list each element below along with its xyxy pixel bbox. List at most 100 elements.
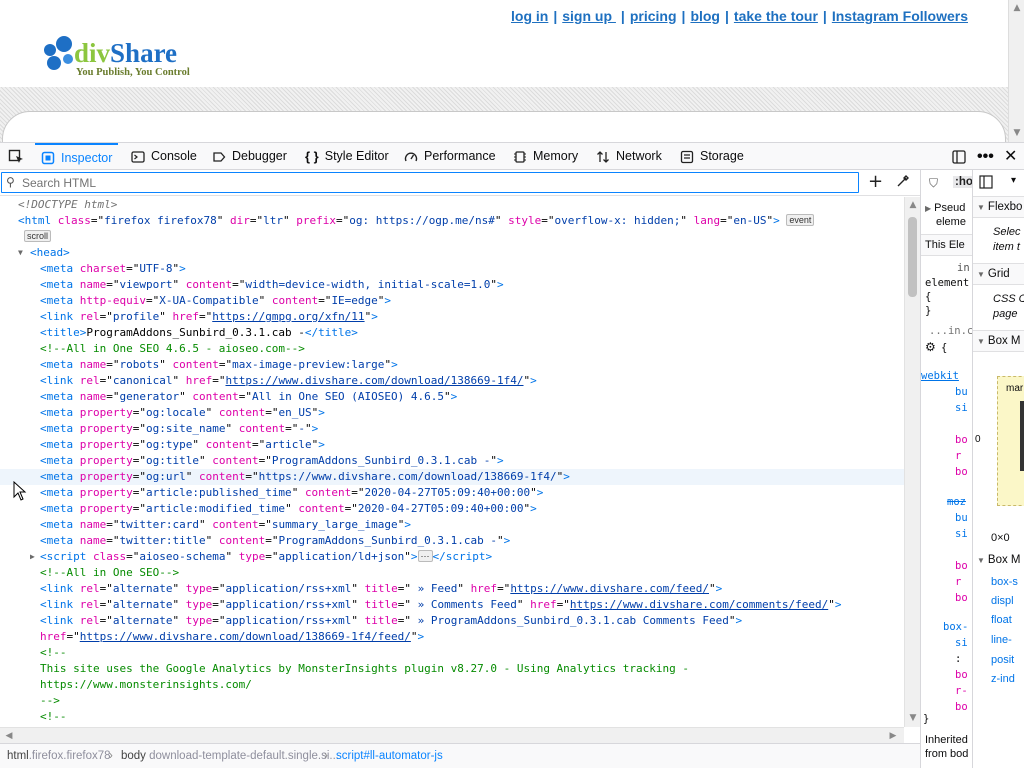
tab-memory[interactable]: Memory bbox=[507, 143, 584, 170]
tab-label: Memory bbox=[533, 149, 579, 163]
tab-performance[interactable]: Performance bbox=[398, 143, 502, 170]
meta-node[interactable]: <meta name="viewport" content="width=dev… bbox=[0, 277, 904, 293]
meta-node[interactable]: <meta property="article:modified_time" c… bbox=[0, 501, 904, 517]
head-node[interactable]: ▼ <head> bbox=[0, 245, 904, 261]
pricing-link[interactable]: pricing bbox=[630, 8, 677, 24]
comment-node[interactable]: https://www.monsterinsights.com/ bbox=[0, 677, 904, 693]
title-node[interactable]: <title>ProgramAddons_Sunbird_0.3.1.cab -… bbox=[0, 325, 904, 341]
meta-node[interactable]: <meta property="og:site_name" content="-… bbox=[0, 421, 904, 437]
breadcrumb: html.firefox.firefox78 › body download-t… bbox=[0, 743, 920, 768]
eyedropper-button[interactable] bbox=[895, 173, 911, 193]
collapsed-content-badge: ⋯ bbox=[417, 550, 433, 562]
rule-prop: r- bbox=[955, 685, 968, 697]
site-vertical-scrollbar[interactable]: ▲ ▼ bbox=[1008, 0, 1024, 142]
take-the-tour-link[interactable]: take the tour bbox=[734, 8, 818, 24]
meta-node[interactable]: <meta name="twitter:card" content="summa… bbox=[0, 517, 904, 533]
tag-close: > bbox=[530, 374, 537, 387]
login-link[interactable]: log in bbox=[511, 8, 548, 24]
attr-value: ProgramAddons_Sunbird_0.3.1.cab - bbox=[271, 454, 491, 467]
meta-node[interactable]: <meta property="og:type" content="articl… bbox=[0, 437, 904, 453]
rule-brace-close: } bbox=[925, 305, 932, 317]
flexbox-section-toggle[interactable]: ▼ Flexbo bbox=[973, 196, 1024, 218]
scroll-down-icon[interactable]: ▼ bbox=[908, 713, 918, 723]
attr-value: ltr bbox=[263, 214, 283, 227]
comment-text: https://www.monsterinsights.com/ bbox=[40, 678, 252, 691]
script-node[interactable]: ▶ <script class="aioseo-schema" type="app… bbox=[0, 549, 904, 565]
divshare-logo[interactable]: divShare You Publish, You Control bbox=[40, 36, 220, 84]
breadcrumb-item-html[interactable]: html.firefox.firefox78 bbox=[7, 744, 111, 768]
hover-pseudo-toggle[interactable]: :ho bbox=[953, 176, 972, 188]
filter-styles-icon[interactable]: ⛉ bbox=[929, 176, 938, 191]
blog-link[interactable]: blog bbox=[690, 8, 720, 24]
meta-node[interactable]: <meta name="robots" content="max-image-p… bbox=[0, 357, 904, 373]
breadcrumb-item-script[interactable]: script#ll-automator-js bbox=[336, 744, 443, 768]
meta-node[interactable]: <meta property="og:title" content="Progr… bbox=[0, 453, 904, 469]
comment-node[interactable]: This site uses the Google Analytics by M… bbox=[0, 661, 904, 677]
tab-debugger[interactable]: Debugger bbox=[206, 143, 293, 170]
rule-brace: { bbox=[941, 342, 948, 354]
scroll-down-icon[interactable]: ▼ bbox=[1012, 128, 1022, 138]
panel-menu-chevron-icon[interactable]: ▾ bbox=[1011, 175, 1016, 186]
flexbox-hint-2: item t bbox=[993, 241, 1020, 253]
doctype-node[interactable]: <!DOCTYPE html> bbox=[0, 197, 904, 213]
comment-node[interactable]: <!--All in One SEO--> bbox=[0, 565, 904, 581]
comment-node[interactable]: <!--All in One SEO 4.6.5 - aioseo.com--> bbox=[0, 341, 904, 357]
pick-element-button[interactable] bbox=[2, 143, 32, 170]
meta-node[interactable]: <meta http-equiv="X-UA-Compatible" conte… bbox=[0, 293, 904, 309]
comment-node[interactable]: --> bbox=[0, 693, 904, 709]
tab-inspector[interactable]: Inspector bbox=[35, 143, 119, 170]
attr-value-link: https://gmpg.org/xfn/11 bbox=[212, 310, 365, 323]
meta-node[interactable]: <meta name="twitter:title" content="Prog… bbox=[0, 533, 904, 549]
breadcrumb-item-body[interactable]: body download-template-default.single.si… bbox=[121, 744, 339, 768]
scrollbar-thumb[interactable] bbox=[908, 217, 917, 297]
meta-node[interactable]: <meta charset="UTF-8"> bbox=[0, 261, 904, 277]
close-devtools-button[interactable]: ✕ bbox=[998, 143, 1023, 170]
markup-horizontal-scrollbar[interactable]: ◀ ▶ bbox=[0, 727, 904, 743]
add-node-button[interactable]: + bbox=[868, 171, 883, 192]
dock-options-button[interactable] bbox=[945, 143, 973, 170]
link-node[interactable]: <link rel="profile" href="https://gmpg.o… bbox=[0, 309, 904, 325]
rule-selector-moz: moz bbox=[947, 496, 966, 508]
tab-network[interactable]: Network bbox=[590, 143, 668, 170]
search-box: ⚲ bbox=[1, 172, 859, 193]
wrapped-attr-line[interactable]: href="https://www.divshare.com/download/… bbox=[0, 629, 904, 645]
search-html-input[interactable] bbox=[22, 175, 842, 190]
scroll-right-icon[interactable]: ▶ bbox=[888, 731, 898, 741]
html-node-badges[interactable]: scroll bbox=[0, 229, 904, 245]
breadcrumb-class: #ll-automator-js bbox=[363, 750, 443, 762]
breadcrumb-tag: script bbox=[336, 750, 364, 762]
tab-console[interactable]: Console bbox=[125, 143, 203, 170]
link-node[interactable]: <link rel="canonical" href="https://www.… bbox=[0, 373, 904, 389]
scroll-left-icon[interactable]: ◀ bbox=[4, 731, 14, 741]
pseudo-elements-toggle[interactable]: ▶ Pseud bbox=[925, 202, 965, 214]
instagram-followers-link[interactable]: Instagram Followers bbox=[832, 8, 968, 24]
attr-value: og:url bbox=[145, 470, 186, 483]
box-model-section-toggle[interactable]: ▼ Box M bbox=[973, 330, 1024, 352]
comment-node[interactable]: <!-- bbox=[0, 645, 904, 661]
link-node[interactable]: <link rel="alternate" type="application/… bbox=[0, 597, 904, 613]
signup-link[interactable]: sign up bbox=[562, 8, 616, 24]
scroll-up-icon[interactable]: ▲ bbox=[1012, 3, 1022, 13]
link-node[interactable]: <link rel="alternate" type="application/… bbox=[0, 581, 904, 597]
meta-node[interactable]: <meta property="article:published_time" … bbox=[0, 485, 904, 501]
more-options-button[interactable]: ••• bbox=[971, 143, 1000, 170]
link-node[interactable]: <link rel="alternate" type="application/… bbox=[0, 613, 904, 629]
breadcrumb-separator-icon: › bbox=[324, 750, 328, 762]
tab-storage[interactable]: Storage bbox=[674, 143, 750, 170]
attr-name: content bbox=[212, 518, 259, 531]
tab-style-editor[interactable]: { } Style Editor bbox=[299, 143, 395, 170]
meta-node[interactable]: <meta name="generator" content="All in O… bbox=[0, 389, 904, 405]
box-model-properties-toggle[interactable]: ▼ Box M bbox=[977, 554, 1021, 566]
html-node[interactable]: <html class="firefox firefox78" dir="ltr… bbox=[0, 213, 904, 229]
grid-section-toggle[interactable]: ▼ Grid bbox=[973, 263, 1024, 285]
comment-node[interactable]: <!-- bbox=[0, 709, 904, 725]
meta-node[interactable]: <meta property="og:locale" content="en_U… bbox=[0, 405, 904, 421]
rule-settings-icon[interactable]: ⚙ bbox=[925, 340, 936, 354]
box-prop: posit bbox=[991, 654, 1015, 666]
attr-name: name bbox=[79, 358, 107, 371]
layout-tab-icon[interactable] bbox=[979, 175, 993, 192]
meta-node[interactable]: <meta property="og:url" content="https:/… bbox=[0, 469, 904, 485]
scroll-up-icon[interactable]: ▲ bbox=[908, 200, 918, 210]
markup-vertical-scrollbar[interactable]: ▲ ▼ bbox=[904, 197, 920, 727]
rule-source-link[interactable]: ...in.cs bbox=[929, 325, 972, 337]
